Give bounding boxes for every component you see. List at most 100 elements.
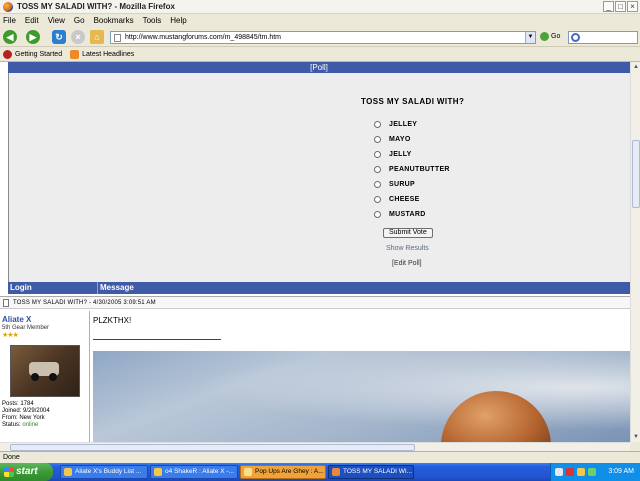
- page-icon: [114, 33, 121, 42]
- go-icon: [540, 32, 549, 41]
- address-value: http://www.mustangforums.com/m_498845/tm…: [125, 34, 282, 41]
- radio-button[interactable]: [374, 166, 381, 173]
- poll-option[interactable]: JELLY: [374, 151, 412, 158]
- window-controls: _ □ ×: [603, 1, 638, 12]
- tray-icon[interactable]: [555, 468, 563, 476]
- poll-option[interactable]: CHEESE: [374, 196, 420, 203]
- search-engine-icon: [571, 33, 580, 42]
- radio-button[interactable]: [374, 181, 381, 188]
- address-bar[interactable]: http://www.mustangforums.com/m_498845/tm…: [110, 31, 536, 44]
- scroll-down-arrow-icon[interactable]: ▼: [631, 432, 640, 442]
- submit-vote-button[interactable]: Submit Vote: [383, 228, 433, 238]
- message-panel: PLZKTHX!: [91, 311, 630, 442]
- login-column-header: Login: [10, 283, 32, 292]
- window-title: TOSS MY SALADI WITH? - Mozilla Firefox: [17, 2, 175, 11]
- poll-option[interactable]: PEANUTBUTTER: [374, 166, 450, 173]
- edit-poll-link[interactable]: [Edit Poll]: [392, 260, 422, 267]
- radio-button[interactable]: [374, 196, 381, 203]
- address-dropdown-button[interactable]: ▼: [525, 32, 535, 43]
- bookmark-icon: [3, 49, 12, 59]
- bookmark-label: Getting Started: [15, 50, 63, 58]
- tray-icon[interactable]: [588, 468, 596, 476]
- menu-go[interactable]: Go: [74, 16, 85, 25]
- radio-button[interactable]: [374, 151, 381, 158]
- menu-file[interactable]: File: [3, 16, 16, 25]
- poll-option[interactable]: JELLEY: [374, 121, 417, 128]
- username-link[interactable]: Aliate X: [2, 315, 31, 324]
- poll-option-label: JELLY: [389, 151, 412, 158]
- reload-icon: ↻: [55, 32, 63, 42]
- image-sky: [93, 351, 630, 442]
- taskbar-item-chat[interactable]: o4 ShakeR : Aliate X -...: [150, 465, 238, 479]
- home-button[interactable]: ⌂: [90, 30, 104, 44]
- bookmark-latest-headlines[interactable]: Latest Headlines: [70, 49, 135, 59]
- start-label: start: [16, 466, 38, 477]
- poll-option-label: SURUP: [389, 181, 416, 188]
- task-label: Aliate X's Buddy List ...: [75, 468, 142, 475]
- radio-button[interactable]: [374, 211, 381, 218]
- message-column-header: Message: [100, 283, 134, 292]
- bookmarks-toolbar: Getting Started Latest Headlines: [0, 47, 640, 62]
- poll-option[interactable]: SURUP: [374, 181, 415, 188]
- signature-divider: [93, 339, 221, 340]
- tray-icon[interactable]: [566, 468, 574, 476]
- bookmark-label: Latest Headlines: [82, 50, 135, 58]
- aim-icon: [244, 468, 252, 476]
- menu-edit[interactable]: Edit: [25, 16, 39, 25]
- menu-help[interactable]: Help: [170, 16, 186, 25]
- windows-logo-icon: [4, 467, 14, 477]
- menu-bar: File Edit View Go Bookmarks Tools Help: [0, 14, 640, 27]
- firefox-icon: [3, 1, 13, 12]
- close-button[interactable]: ×: [627, 1, 638, 12]
- poll-header[interactable]: [Poll]: [8, 62, 630, 73]
- scroll-up-arrow-icon[interactable]: ▲: [631, 62, 640, 72]
- firefox-icon: [332, 468, 340, 476]
- home-icon: ⌂: [94, 32, 100, 42]
- horizontal-scroll-thumb[interactable]: [10, 444, 415, 451]
- maximize-button[interactable]: □: [615, 1, 626, 12]
- poll-panel: TOSS MY SALADI WITH? JELLEY MAYO JELLY P…: [8, 73, 630, 282]
- user-status: Status: online: [2, 422, 38, 428]
- poll-option[interactable]: MUSTARD: [374, 211, 426, 218]
- vertical-scroll-thumb[interactable]: [632, 140, 640, 208]
- minimize-button[interactable]: _: [603, 1, 614, 12]
- back-arrow-icon: ◀: [6, 32, 14, 42]
- taskbar-item-firefox[interactable]: TOSS MY SALADI WI...: [328, 465, 414, 479]
- bookmark-getting-started[interactable]: Getting Started: [3, 49, 63, 59]
- user-joined: Joined: 9/29/2004: [2, 408, 50, 414]
- reload-button[interactable]: ↻: [52, 30, 66, 44]
- avatar-wheel: [49, 373, 57, 381]
- status-bar: Done: [0, 451, 640, 463]
- poll-option-label: MUSTARD: [389, 211, 426, 218]
- search-input[interactable]: [568, 31, 638, 44]
- horizontal-scrollbar[interactable]: [0, 442, 630, 451]
- go-button[interactable]: Go: [540, 32, 560, 41]
- page-content: [Poll] TOSS MY SALADI WITH? JELLEY MAYO …: [0, 62, 630, 442]
- posted-image: [93, 351, 630, 442]
- window-titlebar: TOSS MY SALADI WITH? - Mozilla Firefox _…: [0, 0, 640, 14]
- back-button[interactable]: ◀: [3, 30, 17, 44]
- user-posts: Posts: 1784: [2, 401, 34, 407]
- menu-bookmarks[interactable]: Bookmarks: [94, 16, 134, 25]
- vertical-scrollbar[interactable]: ▲ ▼: [630, 62, 640, 442]
- taskbar-item-popups[interactable]: Pop Ups Are Ghey : A...: [240, 465, 326, 479]
- forward-arrow-icon: ▶: [29, 32, 37, 42]
- show-results-link[interactable]: Show Results: [386, 245, 429, 252]
- task-label: TOSS MY SALADI WI...: [343, 468, 413, 475]
- poll-option[interactable]: MAYO: [374, 136, 411, 143]
- stop-button[interactable]: ×: [71, 30, 85, 44]
- menu-tools[interactable]: Tools: [143, 16, 162, 25]
- message-text: PLZKTHX!: [93, 316, 132, 325]
- post-title: TOSS MY SALADI WITH? - 4/30/2005 3:09:51…: [13, 299, 156, 306]
- clock[interactable]: 3:09 AM: [608, 463, 634, 481]
- menu-view[interactable]: View: [48, 16, 65, 25]
- start-button[interactable]: start: [0, 463, 53, 481]
- poll-option-label: CHEESE: [389, 196, 420, 203]
- taskbar-item-buddy-list[interactable]: Aliate X's Buddy List ...: [60, 465, 148, 479]
- tray-icon[interactable]: [577, 468, 585, 476]
- avatar[interactable]: [10, 345, 80, 397]
- radio-button[interactable]: [374, 136, 381, 143]
- forward-button[interactable]: ▶: [26, 30, 40, 44]
- windows-taskbar: start Aliate X's Buddy List ... o4 Shake…: [0, 463, 640, 481]
- radio-button[interactable]: [374, 121, 381, 128]
